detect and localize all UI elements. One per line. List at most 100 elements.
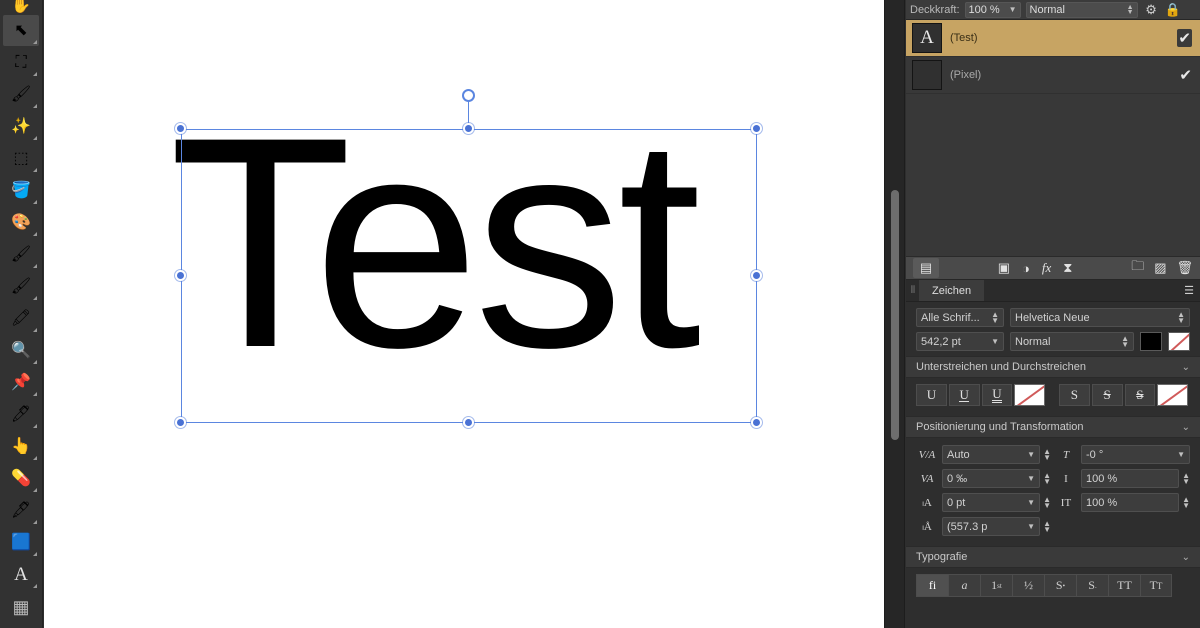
tool-gradient-mesh[interactable]: ▦ <box>3 591 39 622</box>
kerning-input[interactable]: Auto ▼ <box>942 445 1041 464</box>
standard-ligatures-button[interactable]: fi <box>916 574 948 597</box>
font-size-input[interactable]: 542,2 pt ▼ <box>916 332 1004 351</box>
layer-effects-icon[interactable]: fx <box>1042 258 1051 278</box>
document-canvas[interactable]: Test <box>44 0 884 628</box>
double-strikethrough-button[interactable]: S <box>1124 384 1156 406</box>
stepper-icon[interactable]: ▲ ▼ <box>1043 447 1051 461</box>
skew-input[interactable]: -0 ° ▼ <box>1081 445 1190 464</box>
vertical-scale-input[interactable]: 100 % <box>1081 469 1180 488</box>
layers-list[interactable]: A (Test) ✔ (Pixel) ✔ <box>906 20 1200 256</box>
blend-mode-select[interactable]: Normal ▲ ▼ <box>1025 1 1138 18</box>
small-caps-button[interactable]: TT <box>1140 574 1172 597</box>
new-group-icon[interactable]: 🗀 <box>1131 258 1144 278</box>
stepper-icon[interactable]: ▲ ▼ <box>1043 471 1051 485</box>
stepper-icon[interactable]: ▲ ▼ <box>1121 334 1129 348</box>
layers-stack-icon[interactable]: ▤ <box>913 258 939 278</box>
tool-paintbrush[interactable]: 🖌 <box>3 239 39 270</box>
tool-pen[interactable]: 🖋 <box>3 495 39 526</box>
tool-color-wheel[interactable]: 🎨 <box>3 207 39 238</box>
handle-middle-left[interactable] <box>175 270 186 281</box>
discretionary-ligatures-button[interactable]: a <box>948 574 980 597</box>
underline-color-none-swatch[interactable] <box>1014 384 1046 406</box>
layer-row-test[interactable]: A (Test) ✔ <box>906 20 1200 57</box>
chevron-down-icon[interactable]: ⌄ <box>1182 422 1190 433</box>
section-positioning-transformation[interactable]: Positionierung und Transformation ⌄ <box>906 416 1200 438</box>
panel-menu-icon[interactable]: ☰ <box>1178 280 1200 301</box>
double-underline-button[interactable]: U <box>981 384 1013 406</box>
tool-clone-stamp[interactable]: 🖍 <box>3 303 39 334</box>
handle-top-center[interactable] <box>463 123 474 134</box>
tab-zeichen[interactable]: Zeichen <box>919 280 985 301</box>
layer-visibility-checkbox[interactable]: ✔ <box>1177 29 1192 47</box>
no-underline-button[interactable]: U <box>916 384 947 406</box>
text-stroke-color-swatch[interactable] <box>1168 332 1190 351</box>
tool-rectangle-shape[interactable]: 🟦 <box>3 527 39 558</box>
fractions-button[interactable]: ½ <box>1012 574 1044 597</box>
tracking-input[interactable]: 0 ‰ ▼ <box>942 469 1041 488</box>
handle-bottom-center[interactable] <box>463 417 474 428</box>
delete-layer-icon[interactable]: 🗑 <box>1177 258 1194 278</box>
handle-top-right[interactable] <box>751 123 762 134</box>
tool-crop[interactable]: ⛶ <box>3 47 39 78</box>
adjustment-layer-icon[interactable]: ◑ <box>1022 258 1030 278</box>
font-filter-select[interactable]: Alle Schrif... ▲ ▼ <box>916 308 1004 327</box>
gear-icon[interactable]: ⚙ <box>1143 1 1160 18</box>
horizontal-scale-input[interactable]: 100 % <box>1081 493 1180 512</box>
stepper-icon[interactable]: ▲ ▼ <box>1043 495 1051 509</box>
stepper-icon[interactable]: ▲ ▼ <box>991 310 999 324</box>
tool-type[interactable]: A <box>3 559 39 590</box>
tool-eraser[interactable]: 🖊 <box>3 399 39 430</box>
subscript-button[interactable]: S. <box>1076 574 1108 597</box>
tool-magic-wand[interactable]: ✨ <box>3 111 39 142</box>
text-fill-color-swatch[interactable] <box>1140 332 1162 351</box>
chevron-down-icon[interactable]: ⌄ <box>1182 552 1190 563</box>
tool-blur[interactable]: 💊 <box>3 463 39 494</box>
tool-stamp[interactable]: 📌 <box>3 367 39 398</box>
canvas-vertical-scrollbar[interactable] <box>884 0 905 628</box>
stepper-icon[interactable]: ▲ ▼ <box>1043 519 1051 533</box>
tool-move-select[interactable]: ⬉ <box>3 15 39 46</box>
leading-input[interactable]: (557.3 p ▼ <box>942 517 1041 536</box>
no-strikethrough-button[interactable]: S <box>1058 384 1090 406</box>
stepper-icon[interactable]: ▲ ▼ <box>1182 495 1190 509</box>
layer-mask-icon[interactable]: ▣ <box>998 258 1010 278</box>
handle-bottom-left[interactable] <box>175 417 186 428</box>
rotation-handle-knob[interactable] <box>462 89 475 102</box>
section-underline-strikethrough[interactable]: Unterstreichen und Durchstreichen ⌄ <box>906 356 1200 378</box>
scrollbar-thumb[interactable] <box>891 190 899 440</box>
panel-drag-grip[interactable]: ⦀ <box>906 280 919 301</box>
single-strikethrough-button[interactable]: S <box>1091 384 1123 406</box>
tool-flyout-corner <box>33 104 37 108</box>
stepper-icon[interactable]: ▲ ▼ <box>1127 4 1134 16</box>
handle-middle-right[interactable] <box>751 270 762 281</box>
tool-healing-brush[interactable]: 🖌 <box>3 79 39 110</box>
all-caps-button[interactable]: TT <box>1108 574 1140 597</box>
font-style-select[interactable]: Normal ▲ ▼ <box>1010 332 1134 351</box>
layer-visibility-checkbox[interactable]: ✔ <box>1179 66 1192 84</box>
section-typography[interactable]: Typografie ⌄ <box>906 546 1200 568</box>
strikethrough-color-none-swatch[interactable] <box>1157 384 1189 406</box>
lock-icon[interactable]: 🔒 <box>1165 1 1182 18</box>
canvas-text-object[interactable]: Test <box>169 92 701 392</box>
tool-smudge[interactable]: 👆 <box>3 431 39 462</box>
ordinals-button[interactable]: 1st <box>980 574 1012 597</box>
tool-rectangular-marquee[interactable]: ⬚ <box>3 143 39 174</box>
single-underline-button[interactable]: U <box>948 384 980 406</box>
stepper-icon[interactable]: ▲ ▼ <box>1177 310 1185 324</box>
baseline-shift-input[interactable]: 0 pt ▼ <box>942 493 1041 512</box>
tool-zoom[interactable]: 🔍 <box>3 335 39 366</box>
handle-bottom-right[interactable] <box>751 417 762 428</box>
superscript-button[interactable]: S • <box>1044 574 1076 597</box>
handle-top-left[interactable] <box>175 123 186 134</box>
tool-mixer-brush[interactable]: 🖌 <box>3 271 39 302</box>
font-family-select[interactable]: Helvetica Neue ▲ ▼ <box>1010 308 1190 327</box>
tool-paint-bucket[interactable]: 🪣 <box>3 175 39 206</box>
tool-hand-partial[interactable]: ✋ <box>3 0 39 14</box>
layer-row-pixel[interactable]: (Pixel) ✔ <box>906 57 1200 94</box>
stepper-icon[interactable]: ▲ ▼ <box>1182 471 1190 485</box>
chevron-down-icon[interactable]: ⌄ <box>1182 362 1190 373</box>
tool-flyout-corner <box>33 232 37 236</box>
new-layer-icon[interactable]: ▨ <box>1154 258 1166 278</box>
opacity-input[interactable]: 100 % ▼ <box>964 1 1021 18</box>
live-filter-icon[interactable]: ⧗ <box>1063 258 1072 278</box>
